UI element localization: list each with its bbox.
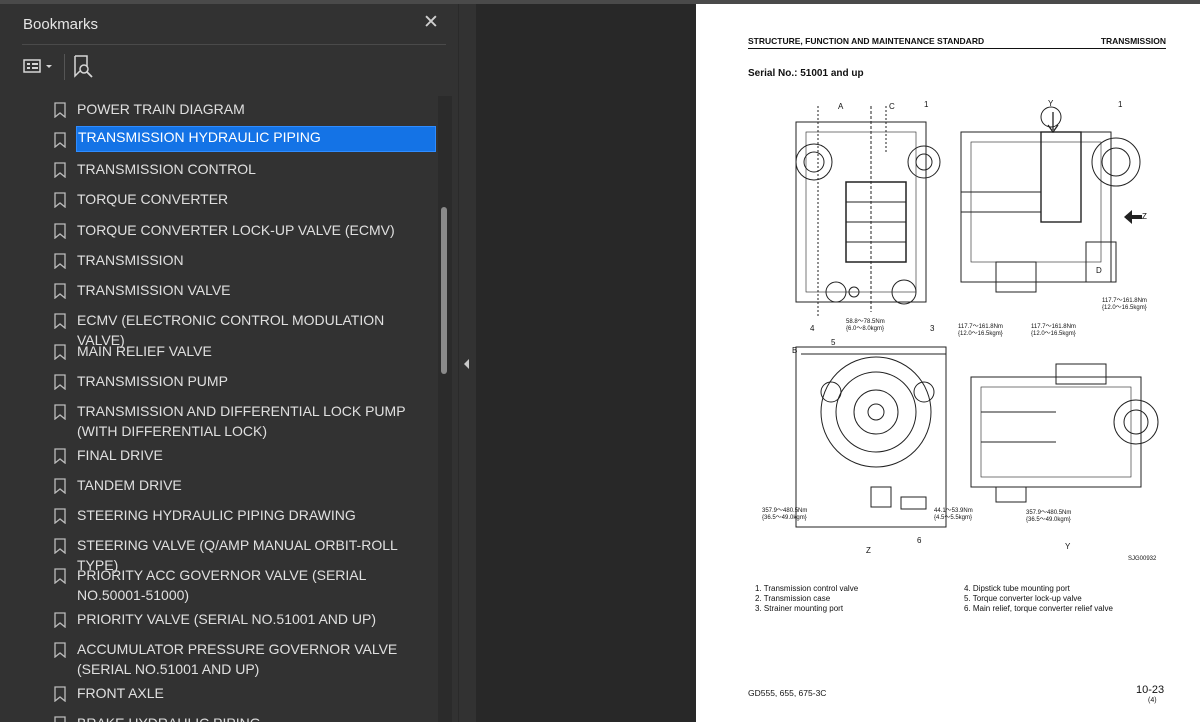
bookmark-label: PRIORITY VALVE (SERIAL NO.51001 AND UP) [77,611,377,627]
bookmark-icon [54,448,66,464]
chevron-left-icon [464,359,469,369]
scrollbar-thumb[interactable] [441,207,447,374]
bookmark-icon [54,568,66,584]
bookmark-icon [54,313,66,329]
figure-label-1a: 1 [924,100,929,109]
side-view-drawing [960,106,1141,293]
bookmark-label: TRANSMISSION PUMP [77,373,228,389]
scrollbar-track[interactable] [438,96,452,722]
rear-view-drawing [795,346,947,528]
bookmark-icon [54,612,66,628]
caption-item: 6. Main relief, torque converter relief … [964,604,1113,613]
torque-callout: 357.9～480.5Nm {36.5～49.0kgm} [762,508,808,521]
bookmark-icon [54,538,66,554]
caption-item: 4. Dipstick tube mounting port [964,584,1070,593]
header-rule [748,48,1166,49]
toolbar-divider [64,54,65,80]
bookmark-label: FINAL DRIVE [77,447,163,463]
figure-label-b: B [792,346,798,355]
bottom-view-drawing [970,363,1159,503]
figure-label-a: A [838,102,844,111]
figure-label-z: Z [1142,212,1147,221]
bookmark-label: BRAKE HYDRAULIC PIPING [77,714,435,722]
figure-label-d: D [1096,266,1102,275]
pdf-page: STRUCTURE, FUNCTION AND MAINTENANCE STAN… [696,4,1200,722]
caption-item: 3. Strainer mounting port [755,604,844,613]
figure-label-4: 4 [810,324,815,333]
figure-code: SJG00932 [1128,556,1157,562]
torque-callout: 357.9～480.5Nm {36.5～49.0kgm} [1026,510,1072,523]
bookmark-label: MAIN RELIEF VALVE [77,343,212,359]
options-menu-icon [23,59,52,73]
bookmark-icon [54,716,66,722]
page-number: 10-23 [1136,684,1165,696]
page-header-section: STRUCTURE, FUNCTION AND MAINTENANCE STAN… [748,36,985,46]
bookmark-label: TORQUE CONVERTER LOCK-UP VALVE (ECMV) [77,222,395,238]
figure-label-1b: 1 [1118,100,1123,109]
torque-callout: 117.7～161.8Nm {12.0～16.5kgm} [1102,298,1147,311]
page-revision: (4) [1148,697,1157,704]
bookmark-icon [54,132,66,148]
bookmark-label: STEERING HYDRAULIC PIPING DRAWING [77,507,356,523]
bookmark-icon [54,344,66,360]
bookmark-icon [54,374,66,390]
figure-label-z-bottom: Z [866,546,871,555]
caption-item: 5. Torque converter lock-up valve [964,594,1082,603]
collapse-panel-handle[interactable] [459,350,475,378]
bookmark-label: TRANSMISSION AND DIFFERENTIAL LOCK PUMP … [77,403,406,439]
header-divider [22,44,446,45]
close-panel-button[interactable]: ✕ [420,12,442,34]
figure-label-c: C [889,102,895,111]
bookmark-label: POWER TRAIN DIAGRAM [77,101,245,117]
page-header-chapter: TRANSMISSION [1100,36,1166,46]
panel-title: Bookmarks [23,16,99,33]
bookmark-icon [54,283,66,299]
serial-number-heading: Serial No.: 51001 and up [748,68,864,79]
bookmark-label: TRANSMISSION [77,252,184,268]
bookmark-label: TRANSMISSION HYDRAULIC PIPING [76,126,436,152]
torque-callout: 58.8～78.5Nm {6.0～8.0kgm} [846,319,885,332]
bookmark-icon [54,508,66,524]
front-view-drawing [795,106,941,317]
bookmark-label: TANDEM DRIVE [77,477,182,493]
bookmark-icon [54,686,66,702]
torque-callout: 117.7～161.8Nm {12.0～16.5kgm} [1031,324,1076,337]
figure-label-y: Y [1048,99,1054,108]
bookmark-icon [54,102,66,118]
bookmark-icon [54,223,66,239]
bookmark-tree[interactable]: POWER TRAIN DIAGRAM TRANSMISSION HYDRAULI… [0,90,438,722]
bookmark-icon [54,192,66,208]
transmission-figure [795,106,1159,528]
bookmark-label: ACCUMULATOR PRESSURE GOVERNOR VALVE (SER… [77,641,398,677]
bookmark-icon [54,162,66,178]
bookmark-label: FRONT AXLE [77,685,164,701]
find-current-bookmark-button[interactable] [72,54,96,80]
torque-callout: 44.1～53.9Nm {4.5～5.5kgm} [934,508,973,521]
bookmark-icon [54,404,66,420]
bookmark-label: TRANSMISSION CONTROL [77,161,256,177]
bookmark-search-icon [74,55,93,78]
caption-item: 1. Transmission control valve [755,584,859,593]
page-footer-model: GD555, 655, 675-3C [748,688,827,698]
bookmarks-panel: Bookmarks ✕ POWER TRAIN DIAGRAM TRANSMISS… [0,4,459,722]
bookmark-icon [54,253,66,269]
figure-label-5: 5 [831,338,836,347]
caption-item: 2. Transmission case [755,594,831,603]
bookmark-label: PRIORITY ACC GOVERNOR VALVE (SERIAL NO.5… [77,567,366,603]
figure-label-3: 3 [930,324,935,333]
bookmark-label: TRANSMISSION VALVE [77,282,231,298]
bookmark-icon [54,642,66,658]
torque-callout: 117.7～161.8Nm {12.0～16.5kgm} [958,324,1003,337]
bookmark-label: TORQUE CONVERTER [77,191,229,207]
bookmark-icon [54,478,66,494]
figure-label-y-bottom: Y [1065,542,1071,551]
figure-label-6: 6 [917,536,922,545]
bookmark-options-button[interactable] [22,54,58,80]
